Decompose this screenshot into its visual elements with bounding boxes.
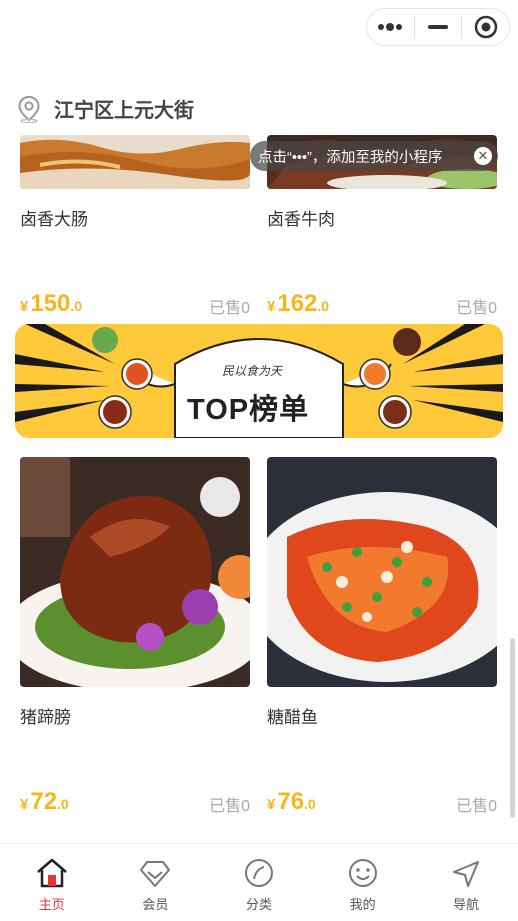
- product-name: 卤香牛肉: [267, 210, 335, 229]
- target-icon: [474, 15, 497, 39]
- price-integer: 76: [277, 788, 305, 815]
- add-miniprogram-tooltip: 点击“•••”，添加至我的小程序 ✕: [250, 141, 498, 171]
- product-price: ¥ 72 .0: [20, 788, 69, 816]
- tab-label: 会员: [142, 897, 169, 912]
- location-bar[interactable]: 江宁区上元大街: [16, 94, 194, 123]
- tab-label: 主页: [38, 897, 65, 912]
- top-ranking-banner[interactable]: 民以食为天 TOP榜单: [15, 324, 503, 438]
- product-image: [267, 457, 497, 687]
- tab-profile[interactable]: 我的: [311, 844, 415, 921]
- location-text: 江宁区上元大街: [54, 100, 194, 122]
- price-decimal: .0: [304, 796, 316, 812]
- more-button[interactable]: [367, 9, 414, 45]
- tab-label: 我的: [349, 897, 376, 912]
- tab-membership[interactable]: 会员: [104, 844, 208, 921]
- price-integer: 72: [30, 788, 58, 815]
- smiley-icon: [348, 859, 377, 887]
- currency-symbol: ¥: [267, 796, 276, 813]
- close-miniprogram-button[interactable]: [462, 9, 509, 45]
- bottom-tab-bar: 主页 会员 分类 我的 导航: [0, 843, 518, 921]
- miniprogram-capsule: [366, 8, 510, 46]
- currency-symbol: ¥: [20, 796, 29, 813]
- price-decimal: .0: [70, 298, 83, 314]
- price-integer: 150: [30, 290, 71, 317]
- currency-symbol: ¥: [20, 298, 29, 315]
- tab-category[interactable]: 分类: [207, 844, 311, 921]
- diamond-icon: [140, 861, 171, 887]
- scrollbar-thumb[interactable]: [510, 638, 515, 818]
- tab-home[interactable]: 主页: [0, 844, 104, 921]
- sold-count: 已售0: [456, 798, 497, 815]
- product-card[interactable]: 卤香大肠 ¥ 150 .0 已售0: [20, 135, 250, 320]
- tooltip-text: 点击“•••”，添加至我的小程序: [258, 149, 443, 166]
- tab-label: 导航: [453, 897, 480, 912]
- tab-label: 分类: [245, 897, 272, 912]
- banner-motto: 民以食为天: [222, 364, 283, 378]
- sold-count: 已售0: [456, 300, 497, 317]
- product-card[interactable]: 糖醋鱼 ¥ 76 .0 已售0: [267, 457, 497, 827]
- product-price: ¥ 76 .0: [267, 788, 316, 816]
- price-decimal: .0: [57, 796, 69, 812]
- sold-count: 已售0: [209, 798, 250, 815]
- sold-count: 已售0: [209, 300, 250, 317]
- minimize-button[interactable]: [415, 9, 462, 45]
- price-decimal: .0: [317, 298, 330, 314]
- tab-navigation[interactable]: 导航: [414, 844, 518, 921]
- product-name: 卤香大肠: [20, 210, 88, 229]
- navigation-icon: [453, 861, 480, 887]
- product-price: ¥ 150 .0: [20, 290, 82, 318]
- product-image: [20, 135, 250, 189]
- price-integer: 162: [277, 290, 318, 317]
- more-dots-icon: [378, 23, 403, 31]
- product-price: ¥ 162 .0: [267, 290, 329, 318]
- compass-icon: [244, 859, 273, 887]
- product-name: 猪蹄膀: [20, 708, 71, 727]
- minimize-icon: [428, 25, 448, 29]
- home-icon: [36, 858, 67, 888]
- product-image: [20, 457, 250, 687]
- banner-title: TOP榜单: [187, 394, 310, 426]
- tooltip-close-icon[interactable]: ✕: [474, 147, 492, 165]
- location-pin-icon: [18, 95, 40, 123]
- currency-symbol: ¥: [267, 298, 276, 315]
- product-card[interactable]: 猪蹄膀 ¥ 72 .0 已售0: [20, 457, 250, 827]
- product-name: 糖醋鱼: [267, 708, 318, 727]
